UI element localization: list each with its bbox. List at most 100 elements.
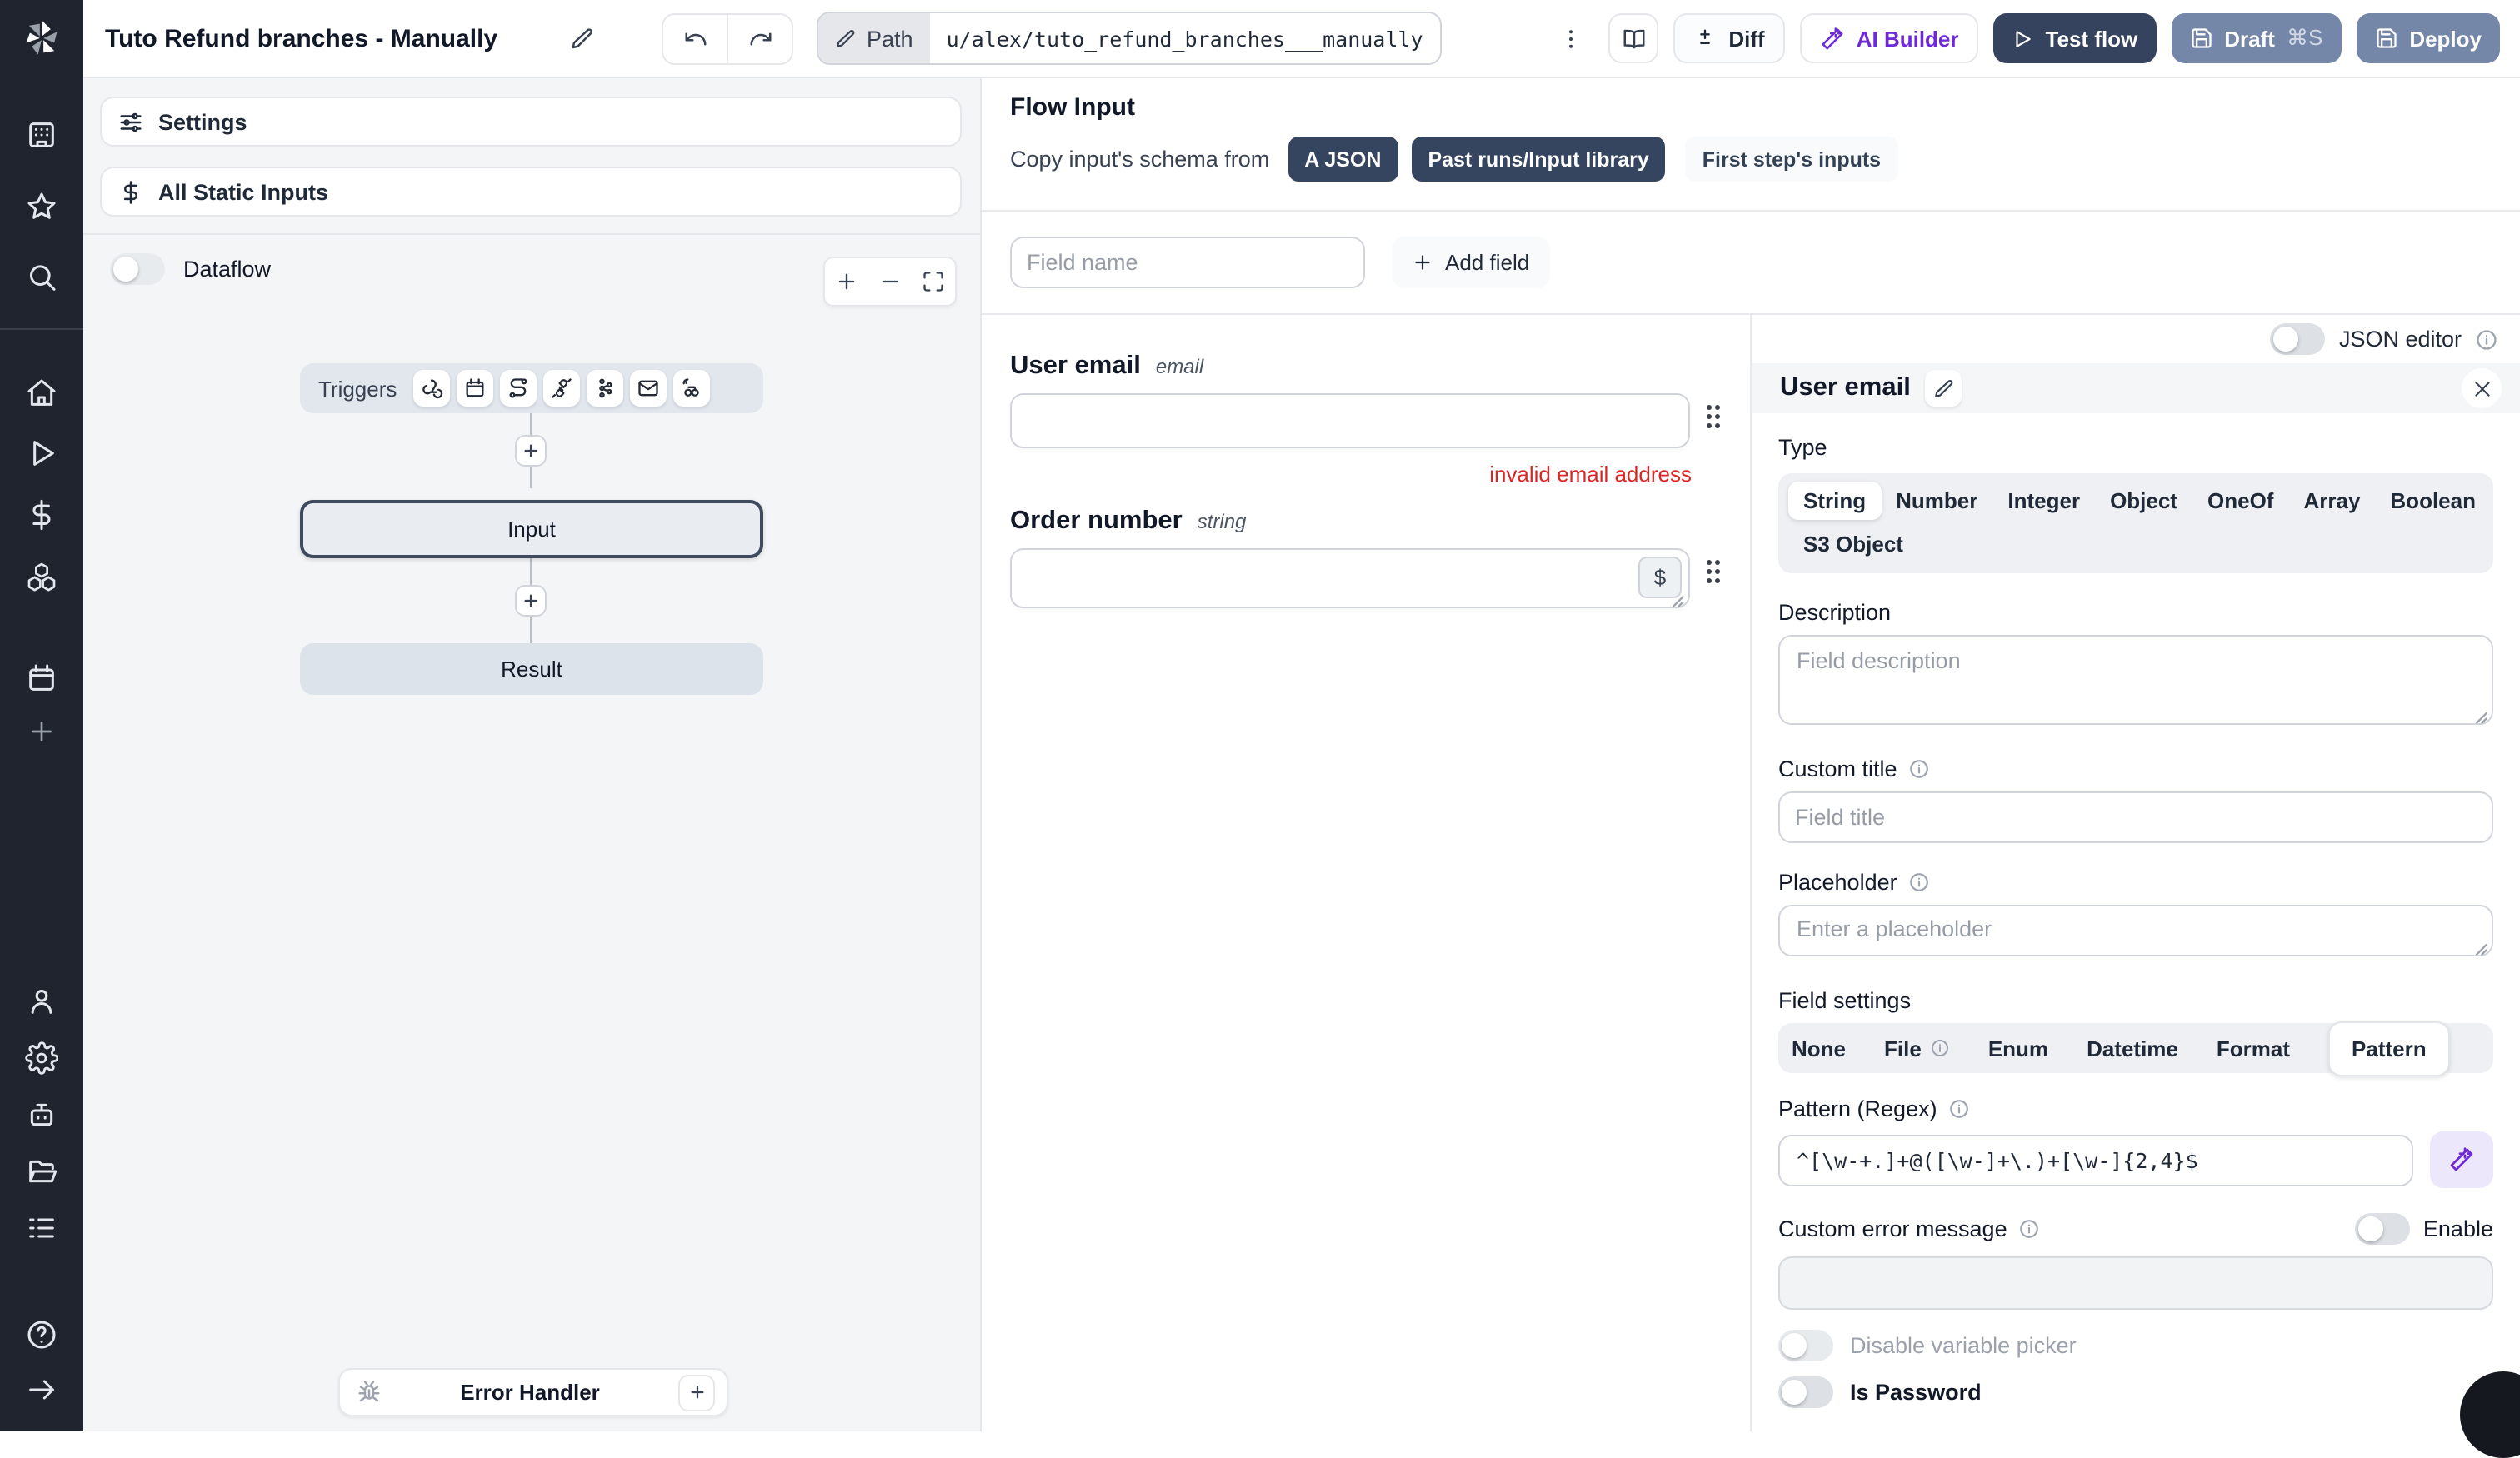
more-options-button[interactable]	[1547, 15, 1594, 62]
info-icon[interactable]	[1909, 758, 1931, 780]
workspace-icon[interactable]	[22, 115, 62, 155]
add-item-icon[interactable]	[22, 712, 62, 751]
type-tab-integer[interactable]: Integer	[1992, 482, 2095, 520]
add-step-button[interactable]	[515, 435, 547, 467]
plus-icon	[1412, 252, 1433, 273]
settings-gear-icon[interactable]	[22, 1038, 62, 1078]
info-icon[interactable]	[1909, 871, 1931, 893]
order-number-input[interactable]	[1010, 548, 1690, 608]
docs-button[interactable]	[1608, 13, 1659, 63]
add-error-handler-icon[interactable]	[678, 1374, 715, 1411]
variable-picker-button[interactable]: $	[1638, 557, 1682, 598]
copy-schema-label: Copy input's schema from	[1010, 147, 1270, 172]
add-step-button[interactable]	[515, 585, 547, 617]
test-flow-button[interactable]: Test flow	[1993, 13, 2157, 63]
disable-variable-picker-toggle[interactable]	[1778, 1330, 1833, 1361]
setting-tab-enum[interactable]: Enum	[1988, 1036, 2048, 1061]
folders-icon[interactable]	[22, 1151, 62, 1191]
custom-error-label: Custom error message	[1778, 1216, 2008, 1241]
type-tab-number[interactable]: Number	[1881, 482, 1992, 520]
ai-builder-button[interactable]: AI Builder	[1799, 13, 1979, 63]
home-icon[interactable]	[22, 373, 62, 413]
webhook-trigger-icon[interactable]	[413, 370, 451, 407]
info-icon[interactable]	[2475, 327, 2498, 351]
field-name: Order number	[1010, 507, 1182, 535]
redo-button[interactable]	[728, 14, 792, 62]
user-email-input[interactable]	[1010, 393, 1690, 448]
error-handler-node[interactable]: Error Handler	[338, 1368, 728, 1416]
path-value[interactable]: u/alex/tuto_refund_branches___manually	[929, 26, 1440, 51]
schedule-trigger-icon[interactable]	[457, 370, 494, 407]
windmill-logo-icon[interactable]	[18, 15, 65, 62]
dataflow-toggle[interactable]	[110, 253, 165, 285]
draft-button[interactable]: Draft ⌘S	[2171, 13, 2342, 63]
magic-wand-icon	[2448, 1146, 2475, 1173]
drag-handle-icon[interactable]	[1705, 558, 1722, 585]
add-field-row: Add field	[982, 212, 2520, 315]
flow-title: Tuto Refund branches - Manually	[105, 24, 498, 52]
info-icon[interactable]	[1949, 1098, 1971, 1120]
ai-generate-regex-button[interactable]	[2430, 1131, 2493, 1188]
search-icon[interactable]	[22, 258, 62, 298]
field-name-input[interactable]	[1010, 237, 1365, 288]
triggers-node[interactable]: Triggers	[300, 363, 763, 413]
pattern-input-row	[1778, 1131, 2493, 1188]
websocket-trigger-icon[interactable]	[543, 370, 581, 407]
close-icon[interactable]	[2462, 368, 2502, 408]
flow-settings-button[interactable]: Settings	[100, 97, 962, 147]
setting-tab-pattern[interactable]: Pattern	[2328, 1021, 2450, 1076]
deploy-button[interactable]: Deploy	[2356, 13, 2500, 63]
user-icon[interactable]	[22, 981, 62, 1021]
path-edit-button[interactable]: Path	[818, 13, 930, 63]
edit-title-button[interactable]	[558, 15, 605, 62]
all-static-inputs-button[interactable]: All Static Inputs	[100, 167, 962, 217]
setting-tab-none[interactable]: None	[1792, 1036, 1846, 1061]
field-editor-content: Type String Number Integer Object OneOf …	[1752, 413, 2520, 1431]
variables-icon[interactable]	[22, 495, 62, 535]
email-trigger-icon[interactable]	[630, 370, 668, 407]
help-icon[interactable]	[22, 1315, 62, 1355]
rename-field-button[interactable]	[1925, 370, 1962, 407]
setting-tab-datetime[interactable]: Datetime	[2087, 1036, 2178, 1061]
setting-tab-format[interactable]: Format	[2217, 1036, 2290, 1061]
runs-icon[interactable]	[22, 433, 62, 473]
copy-from-past-runs-button[interactable]: Past runs/Input library	[1411, 137, 1666, 182]
setting-tab-file[interactable]: File	[1884, 1036, 1950, 1061]
drag-handle-icon[interactable]	[1705, 403, 1722, 430]
type-tab-string[interactable]: String	[1788, 482, 1882, 520]
add-field-button[interactable]: Add field	[1392, 237, 1550, 288]
placeholder-textarea[interactable]	[1778, 905, 2493, 956]
fit-view-button[interactable]	[912, 258, 955, 305]
audit-logs-icon[interactable]	[22, 1208, 62, 1248]
http-route-trigger-icon[interactable]	[500, 370, 538, 407]
type-tab-object[interactable]: Object	[2095, 482, 2192, 520]
custom-title-input[interactable]	[1778, 791, 2493, 843]
undo-button[interactable]	[663, 14, 728, 62]
poll-trigger-icon[interactable]	[673, 370, 711, 407]
copy-from-json-button[interactable]: A JSON	[1288, 137, 1398, 182]
type-tab-array[interactable]: Array	[2288, 482, 2375, 520]
pattern-regex-input[interactable]	[1778, 1134, 2413, 1186]
zoom-in-button[interactable]	[825, 258, 868, 305]
info-icon[interactable]	[2019, 1218, 2041, 1240]
kafka-trigger-icon[interactable]	[587, 370, 624, 407]
custom-error-input[interactable]	[1778, 1256, 2493, 1310]
expand-sidebar-icon[interactable]	[22, 1370, 62, 1410]
resources-icon[interactable]	[22, 557, 62, 597]
favorites-star-icon[interactable]	[22, 187, 62, 227]
copy-from-first-step-button[interactable]: First step's inputs	[1685, 137, 1898, 182]
diff-button[interactable]: Diff	[1673, 13, 1785, 63]
input-node[interactable]: Input	[300, 500, 763, 558]
workers-bot-icon[interactable]	[22, 1095, 62, 1135]
dataflow-row: Dataflow	[110, 253, 271, 285]
custom-error-toggle[interactable]	[2354, 1213, 2410, 1245]
description-textarea[interactable]	[1778, 635, 2493, 725]
result-node[interactable]: Result	[300, 643, 763, 695]
schedules-icon[interactable]	[22, 658, 62, 698]
zoom-out-button[interactable]	[868, 258, 912, 305]
type-tab-s3-object[interactable]: S3 Object	[1788, 525, 1918, 563]
type-tab-boolean[interactable]: Boolean	[2375, 482, 2491, 520]
json-editor-toggle[interactable]	[2270, 323, 2326, 355]
type-tab-oneof[interactable]: OneOf	[2192, 482, 2288, 520]
is-password-toggle[interactable]	[1778, 1376, 1833, 1408]
